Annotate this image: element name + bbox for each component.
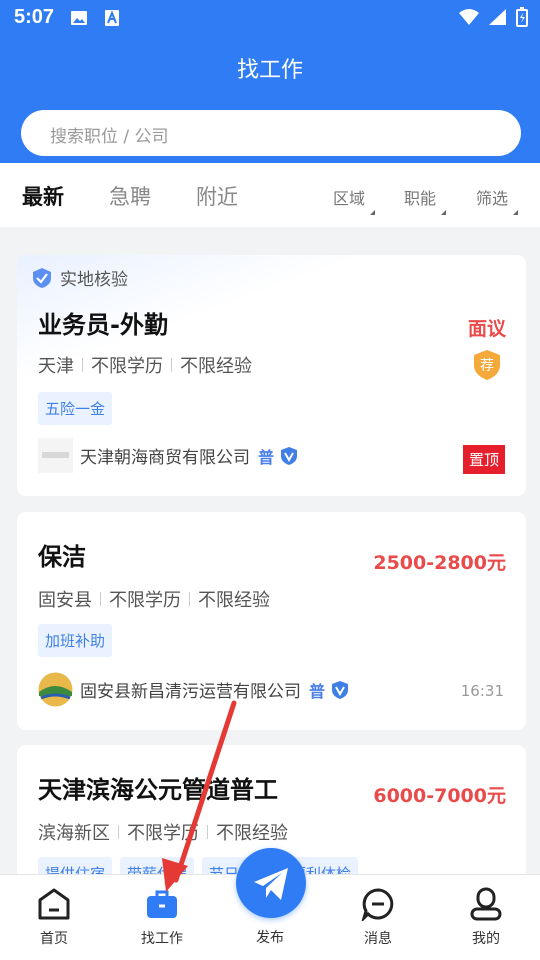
tab-latest[interactable]: 最新 xyxy=(22,181,64,211)
recommend-badge-label: 荐 xyxy=(480,358,494,374)
pu-badge: 普 xyxy=(258,447,275,467)
page-title: 找工作 xyxy=(236,58,303,83)
nav-publish-label: 发布 xyxy=(256,930,284,946)
tab-urgent[interactable]: 急聘 xyxy=(109,181,151,211)
dropdown-triangle-icon xyxy=(370,210,376,215)
dropdown-triangle-icon xyxy=(513,210,519,215)
home-icon xyxy=(38,888,70,920)
job-location: 天津 xyxy=(38,356,74,377)
job-tags: 加班补助 xyxy=(38,624,113,657)
job-salary: 6000-7000元 xyxy=(373,785,506,807)
job-card[interactable]: 实地核验 业务员-外勤 面议 荐 天津 不限学历 不限经验 五险一金 天津朝海商… xyxy=(17,255,526,496)
divider xyxy=(118,825,119,839)
job-education: 不限学历 xyxy=(91,356,163,377)
divider xyxy=(207,825,208,839)
job-experience: 不限经验 xyxy=(180,356,252,377)
job-meta: 滨海新区 不限学历 不限经验 xyxy=(38,819,288,845)
nav-profile-label: 我的 xyxy=(472,931,500,947)
status-icons xyxy=(458,7,528,27)
publish-button[interactable] xyxy=(236,848,306,918)
job-tag: 加班补助 xyxy=(38,624,113,657)
job-title: 保洁 xyxy=(38,543,86,571)
nav-home-label: 首页 xyxy=(40,931,68,947)
tab-nearby[interactable]: 附近 xyxy=(196,181,238,211)
shield-check-icon xyxy=(33,267,51,288)
app-header: 5:07 找工作 搜索职位 / 公司 xyxy=(0,0,540,163)
divider xyxy=(171,358,172,372)
job-meta: 固安县 不限学历 不限经验 xyxy=(38,586,270,612)
search-input[interactable]: 搜索职位 / 公司 xyxy=(21,110,521,156)
verified-v-icon xyxy=(332,680,349,699)
filter-screen[interactable]: 筛选 xyxy=(476,185,519,215)
company-logo xyxy=(38,438,73,473)
filter-area[interactable]: 区域 xyxy=(333,185,376,215)
status-bar: 5:07 xyxy=(0,0,540,36)
dropdown-triangle-icon xyxy=(441,210,447,215)
nav-find-job-label: 找工作 xyxy=(141,931,183,947)
job-education: 不限学历 xyxy=(109,590,181,611)
divider xyxy=(189,592,190,606)
job-location: 固安县 xyxy=(38,590,92,611)
job-title: 天津滨海公元管道普工 xyxy=(38,776,278,804)
job-experience: 不限经验 xyxy=(216,823,288,844)
send-icon xyxy=(254,868,288,900)
verified-banner: 实地核验 xyxy=(31,265,128,290)
divider xyxy=(100,592,101,606)
profile-icon xyxy=(470,887,502,921)
filter-area-label: 区域 xyxy=(333,189,366,208)
briefcase-icon xyxy=(147,890,177,918)
pu-badge: 普 xyxy=(309,681,326,701)
recommend-badge: 荐 xyxy=(474,350,500,380)
nav-messages[interactable]: 消息 xyxy=(324,875,432,960)
company-logo xyxy=(38,672,73,707)
nav-find-job[interactable]: 找工作 xyxy=(108,875,216,960)
nav-messages-label: 消息 xyxy=(364,931,392,947)
post-time: 16:31 xyxy=(460,682,504,700)
job-tags: 五险一金 xyxy=(38,392,113,425)
company-row[interactable]: 天津朝海商贸有限公司 普 xyxy=(38,438,298,473)
job-meta: 天津 不限学历 不限经验 xyxy=(38,352,252,378)
pinned-badge: 置顶 xyxy=(462,445,505,474)
company-row[interactable]: 固安县新昌清污运营有限公司 普 xyxy=(38,672,349,707)
job-education: 不限学历 xyxy=(127,823,199,844)
job-title: 业务员-外勤 xyxy=(38,311,168,339)
filter-screen-label: 筛选 xyxy=(476,189,509,208)
job-tag: 五险一金 xyxy=(38,392,113,425)
company-name: 天津朝海商贸有限公司 xyxy=(80,448,250,468)
verified-v-icon xyxy=(281,446,298,465)
verified-label: 实地核验 xyxy=(60,270,128,290)
job-location: 滨海新区 xyxy=(38,823,110,844)
filter-function[interactable]: 职能 xyxy=(404,185,447,215)
signal-icon xyxy=(489,9,506,25)
message-icon xyxy=(361,888,394,921)
job-salary: 面议 xyxy=(467,318,506,340)
wifi-icon xyxy=(459,9,479,25)
company-name: 固安县新昌清污运营有限公司 xyxy=(80,682,301,702)
nav-profile[interactable]: 我的 xyxy=(432,875,540,960)
job-experience: 不限经验 xyxy=(198,590,270,611)
job-card[interactable]: 保洁 2500-2800元 固安县 不限学历 不限经验 加班补助 固安县新昌清污… xyxy=(17,512,526,730)
font-notification-icon xyxy=(105,10,119,26)
tab-bar: 最新 急聘 附近 区域 职能 筛选 xyxy=(0,163,540,227)
nav-home[interactable]: 首页 xyxy=(0,875,108,960)
battery-icon xyxy=(516,7,528,27)
divider xyxy=(82,358,83,372)
job-salary: 2500-2800元 xyxy=(373,552,506,574)
gallery-notification-icon xyxy=(71,11,87,25)
filter-function-label: 职能 xyxy=(404,189,437,208)
status-time: 5:07 xyxy=(14,6,55,28)
